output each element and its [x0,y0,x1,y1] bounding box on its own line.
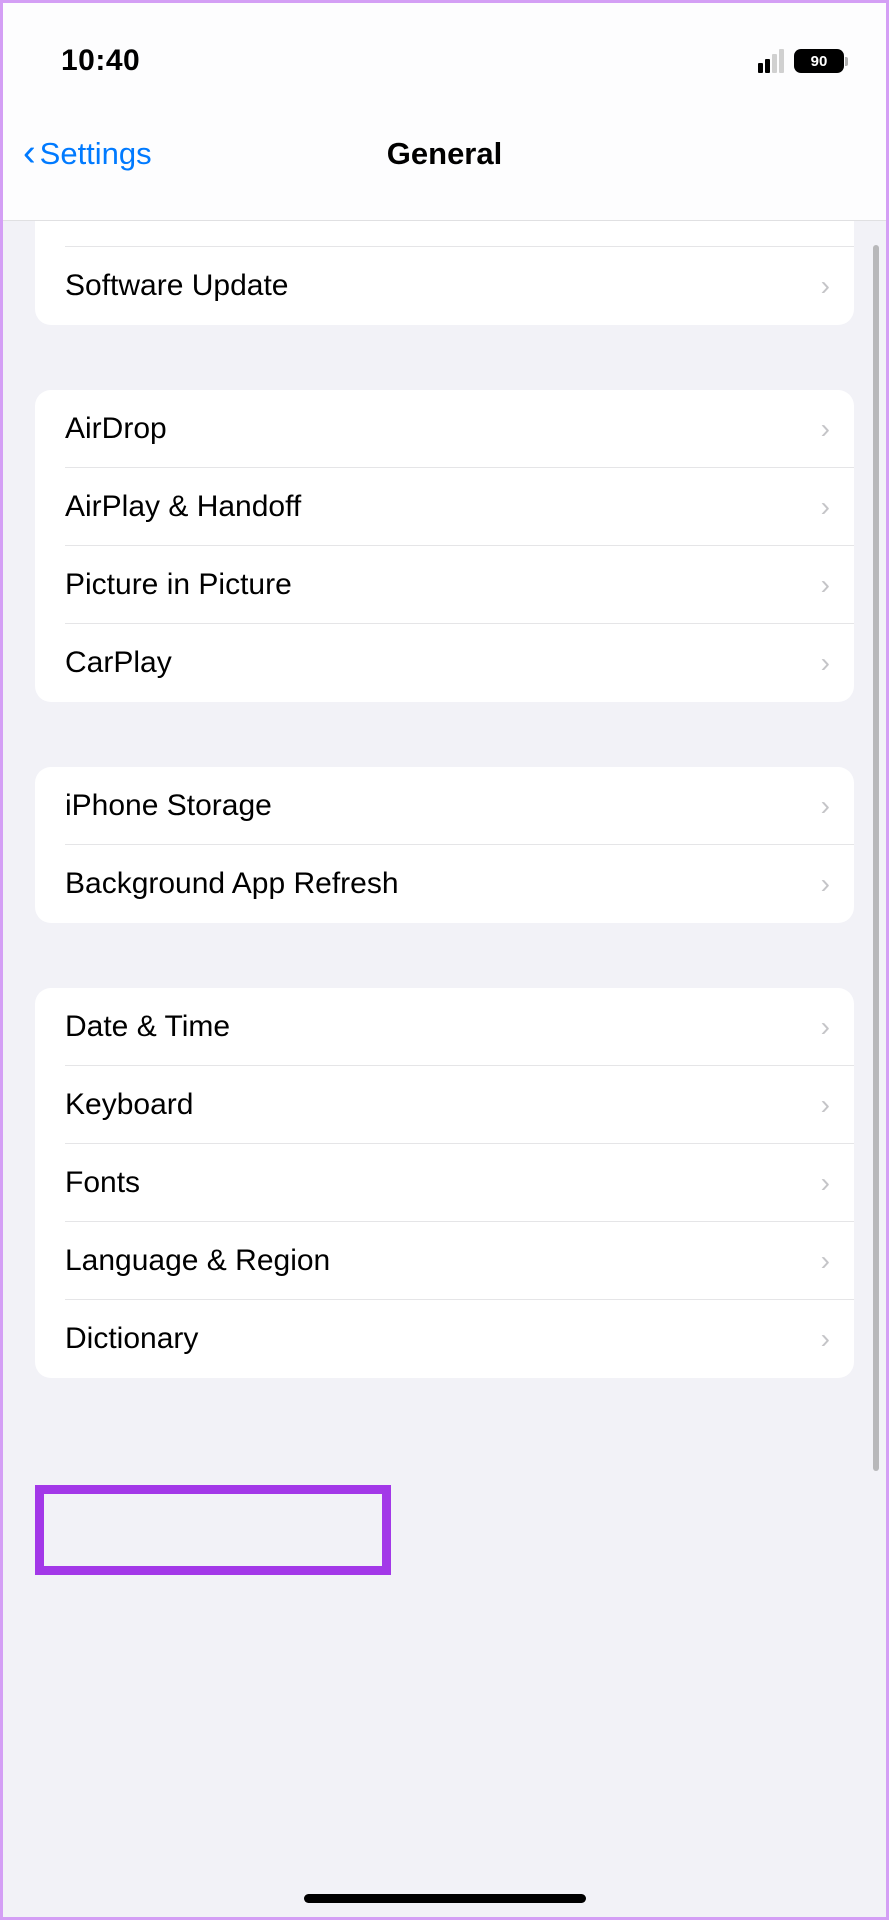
row-label: CarPlay [65,646,172,680]
chevron-right-icon: › [821,1089,830,1121]
content: Software Update › AirDrop › AirPlay & Ha… [3,215,886,1378]
row-background-app-refresh[interactable]: Background App Refresh › [35,845,854,923]
chevron-right-icon: › [821,1245,830,1277]
settings-group-3: Date & Time › Keyboard › Fonts › Languag… [35,988,854,1378]
scrollbar[interactable] [873,245,879,1471]
row-label: Fonts [65,1166,140,1200]
row-fonts[interactable]: Fonts › [35,1144,854,1222]
row-keyboard[interactable]: Keyboard › [35,1066,854,1144]
cellular-signal-icon [758,49,784,73]
back-label: Settings [40,136,152,172]
row-label: Keyboard [65,1088,193,1122]
row-label: Dictionary [65,1322,198,1356]
chevron-right-icon: › [821,868,830,900]
chevron-right-icon: › [821,1323,830,1355]
row-airplay-handoff[interactable]: AirPlay & Handoff › [35,468,854,546]
row-picture-in-picture[interactable]: Picture in Picture › [35,546,854,624]
chevron-right-icon: › [821,647,830,679]
row-label: Language & Region [65,1244,330,1278]
chevron-right-icon: › [821,569,830,601]
row-iphone-storage[interactable]: iPhone Storage › [35,767,854,845]
row-label: Date & Time [65,1010,230,1044]
chevron-right-icon: › [821,413,830,445]
row-software-update[interactable]: Software Update › [35,247,854,325]
row-language-region[interactable]: Language & Region › [35,1222,854,1300]
chevron-left-icon: ‹ [23,132,36,175]
navigation-bar: ‹ Settings General [3,103,886,221]
settings-group-0: Software Update › [35,215,854,325]
row-dictionary[interactable]: Dictionary › [35,1300,854,1378]
row-airdrop[interactable]: AirDrop › [35,390,854,468]
chevron-right-icon: › [821,790,830,822]
chevron-right-icon: › [821,491,830,523]
home-indicator[interactable] [304,1894,586,1903]
row-label: iPhone Storage [65,789,272,823]
settings-group-2: iPhone Storage › Background App Refresh … [35,767,854,923]
row-label: AirPlay & Handoff [65,490,301,524]
annotation-highlight [35,1485,391,1575]
row-date-time[interactable]: Date & Time › [35,988,854,1066]
battery-icon: 90 [794,49,844,73]
settings-group-1: AirDrop › AirPlay & Handoff › Picture in… [35,390,854,702]
status-bar: 10:40 90 [3,3,886,103]
status-indicators: 90 [758,49,844,73]
row-label: AirDrop [65,412,167,446]
status-time: 10:40 [61,44,140,78]
row-carplay[interactable]: CarPlay › [35,624,854,702]
page-title: General [387,136,502,172]
back-button[interactable]: ‹ Settings [23,132,152,175]
row-label: Software Update [65,269,288,303]
row-label: Picture in Picture [65,568,292,602]
chevron-right-icon: › [821,1011,830,1043]
chevron-right-icon: › [821,270,830,302]
chevron-right-icon: › [821,1167,830,1199]
row-label: Background App Refresh [65,867,399,901]
